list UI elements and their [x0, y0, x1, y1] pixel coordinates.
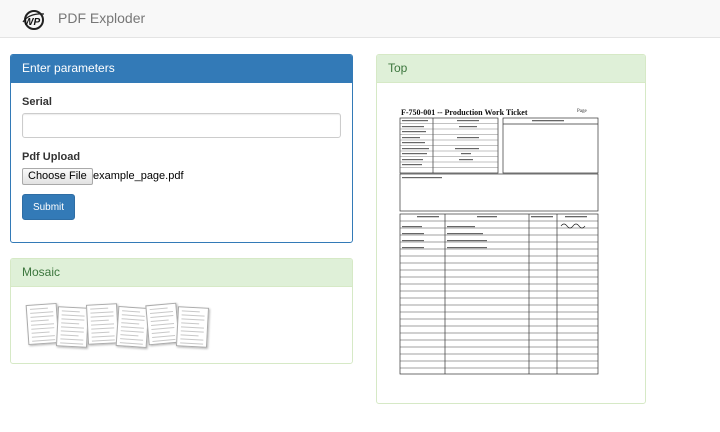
top-panel: Top F-750-001 -- Production Work Ticket …: [376, 54, 646, 404]
navbar: WP PDF Exploder: [0, 0, 720, 38]
mosaic-thumbnails: [25, 302, 237, 351]
wp-logo[interactable]: WP: [20, 9, 46, 31]
document-title: F-750-001 -- Production Work Ticket: [401, 108, 528, 117]
selected-file-name: example_page.pdf: [93, 170, 184, 182]
mosaic-panel: Mosaic: [10, 258, 353, 364]
panel-heading: Mosaic: [11, 259, 352, 287]
choose-file-button[interactable]: Choose File: [22, 168, 93, 185]
enter-parameters-panel: Enter parameters Serial Pdf Upload Choos…: [10, 54, 353, 243]
panel-heading: Top: [377, 55, 645, 83]
mosaic-thumbnail[interactable]: [175, 306, 210, 348]
document-preview: F-750-001 -- Production Work Ticket Page: [397, 93, 623, 381]
panel-heading: Enter parameters: [11, 55, 352, 83]
document-page-label: Page: [577, 109, 587, 114]
serial-label: Serial: [22, 96, 52, 108]
document-preview-graphic: [399, 117, 599, 375]
mosaic-thumbnail[interactable]: [145, 302, 180, 346]
submit-button[interactable]: Submit: [22, 194, 75, 220]
mosaic-thumbnail[interactable]: [115, 305, 150, 349]
app-title[interactable]: PDF Exploder: [58, 10, 145, 26]
mosaic-thumbnail[interactable]: [55, 306, 90, 348]
serial-input[interactable]: [22, 113, 341, 138]
mosaic-thumbnail[interactable]: [85, 303, 120, 345]
mosaic-thumbnail[interactable]: [25, 302, 60, 346]
pdf-upload-label: Pdf Upload: [22, 151, 81, 163]
svg-text:WP: WP: [24, 17, 40, 28]
